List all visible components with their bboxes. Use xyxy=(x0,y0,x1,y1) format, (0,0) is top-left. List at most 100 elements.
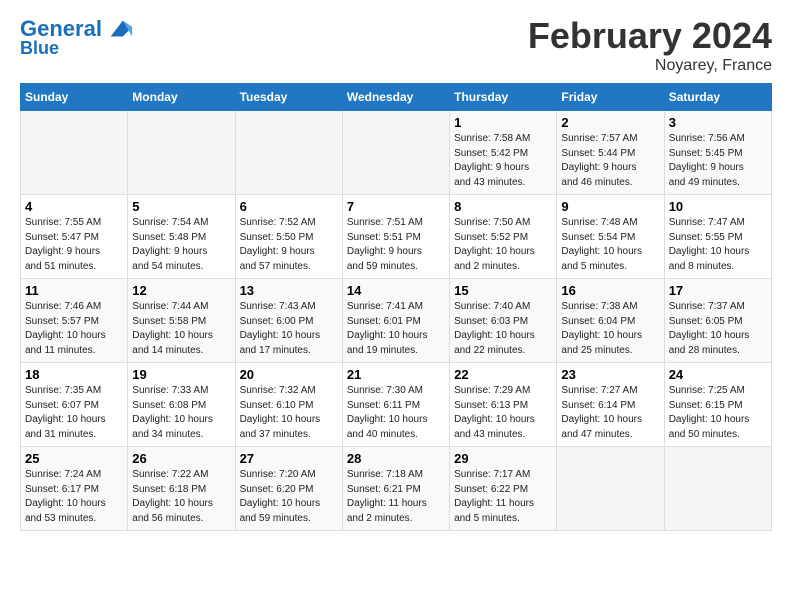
day-info: Sunrise: 7:38 AM Sunset: 6:04 PM Dayligh… xyxy=(561,300,659,358)
day-number: 27 xyxy=(240,451,338,466)
day-cell: 7 Sunrise: 7:51 AM Sunset: 5:51 PM Daylig… xyxy=(342,195,449,279)
day-cell xyxy=(128,111,235,195)
day-cell: 18Sunrise: 7:35 AM Sunset: 6:07 PM Dayli… xyxy=(21,363,128,447)
day-cell: 20 Sunrise: 7:32 AM Sunset: 6:10 PM Dayli… xyxy=(235,363,342,447)
day-number: 5 xyxy=(132,199,230,214)
day-cell: 11 Sunrise: 7:46 AM Sunset: 5:57 PM Dayli… xyxy=(21,279,128,363)
day-number: 25 xyxy=(25,451,123,466)
day-info: Sunrise: 7:30 AM Sunset: 6:11 PM Dayligh… xyxy=(347,384,445,442)
day-cell: 17 Sunrise: 7:37 AM Sunset: 6:05 PM Dayli… xyxy=(664,279,771,363)
day-info: Sunrise: 7:25 AM Sunset: 6:15 PM Dayligh… xyxy=(669,384,767,442)
col-header-wednesday: Wednesday xyxy=(342,84,449,111)
day-number: 22 xyxy=(454,367,552,382)
day-info: Sunrise: 7:40 AM Sunset: 6:03 PM Dayligh… xyxy=(454,300,552,358)
day-number: 17 xyxy=(669,283,767,298)
day-cell: 21 Sunrise: 7:30 AM Sunset: 6:11 PM Dayli… xyxy=(342,363,449,447)
day-number: 12 xyxy=(132,283,230,298)
calendar-subtitle: Noyarey, France xyxy=(528,57,772,75)
day-cell: 12 Sunrise: 7:44 AM Sunset: 5:58 PM Dayli… xyxy=(128,279,235,363)
day-number: 19 xyxy=(132,367,230,382)
day-info: Sunrise: 7:17 AM Sunset: 6:22 PM Dayligh… xyxy=(454,468,552,526)
day-info: Sunrise: 7:22 AM Sunset: 6:18 PM Dayligh… xyxy=(132,468,230,526)
day-info: Sunrise: 7:48 AM Sunset: 5:54 PM Dayligh… xyxy=(561,216,659,274)
day-cell: 15 Sunrise: 7:40 AM Sunset: 6:03 PM Dayli… xyxy=(450,279,557,363)
header-row: SundayMondayTuesdayWednesdayThursdayFrid… xyxy=(21,84,772,111)
day-info: Sunrise: 7:47 AM Sunset: 5:55 PM Dayligh… xyxy=(669,216,767,274)
day-info: Sunrise: 7:37 AM Sunset: 6:05 PM Dayligh… xyxy=(669,300,767,358)
day-number: 6 xyxy=(240,199,338,214)
day-number: 21 xyxy=(347,367,445,382)
day-number: 1 xyxy=(454,115,552,130)
day-info: Sunrise: 7:44 AM Sunset: 5:58 PM Dayligh… xyxy=(132,300,230,358)
day-info: Sunrise: 7:57 AM Sunset: 5:44 PM Dayligh… xyxy=(561,132,659,190)
col-header-sunday: Sunday xyxy=(21,84,128,111)
day-number: 14 xyxy=(347,283,445,298)
day-cell: 6Sunrise: 7:52 AM Sunset: 5:50 PM Daylig… xyxy=(235,195,342,279)
day-info: Sunrise: 7:56 AM Sunset: 5:45 PM Dayligh… xyxy=(669,132,767,190)
day-info: Sunrise: 7:54 AM Sunset: 5:48 PM Dayligh… xyxy=(132,216,230,274)
day-cell: 16 Sunrise: 7:38 AM Sunset: 6:04 PM Dayli… xyxy=(557,279,664,363)
day-cell: 25 Sunrise: 7:24 AM Sunset: 6:17 PM Dayli… xyxy=(21,447,128,531)
day-info: Sunrise: 7:35 AM Sunset: 6:07 PM Dayligh… xyxy=(25,384,123,442)
day-cell: 3 Sunrise: 7:56 AM Sunset: 5:45 PM Daylig… xyxy=(664,111,771,195)
day-number: 16 xyxy=(561,283,659,298)
logo-icon xyxy=(106,15,134,43)
day-number: 2 xyxy=(561,115,659,130)
day-number: 13 xyxy=(240,283,338,298)
day-number: 11 xyxy=(25,283,123,298)
day-number: 7 xyxy=(347,199,445,214)
day-info: Sunrise: 7:58 AM Sunset: 5:42 PM Dayligh… xyxy=(454,132,552,190)
col-header-thursday: Thursday xyxy=(450,84,557,111)
logo: General Blue xyxy=(20,15,134,59)
week-row-2: 11 Sunrise: 7:46 AM Sunset: 5:57 PM Dayli… xyxy=(21,279,772,363)
header: General Blue February 2024 Noyarey, Fran… xyxy=(20,15,772,75)
day-number: 4 xyxy=(25,199,123,214)
week-row-4: 25 Sunrise: 7:24 AM Sunset: 6:17 PM Dayli… xyxy=(21,447,772,531)
day-cell: 23 Sunrise: 7:27 AM Sunset: 6:14 PM Dayli… xyxy=(557,363,664,447)
day-cell xyxy=(342,111,449,195)
day-cell xyxy=(664,447,771,531)
day-cell: 19 Sunrise: 7:33 AM Sunset: 6:08 PM Dayli… xyxy=(128,363,235,447)
day-cell: 29 Sunrise: 7:17 AM Sunset: 6:22 PM Dayli… xyxy=(450,447,557,531)
day-info: Sunrise: 7:50 AM Sunset: 5:52 PM Dayligh… xyxy=(454,216,552,274)
day-cell: 5 Sunrise: 7:54 AM Sunset: 5:48 PM Daylig… xyxy=(128,195,235,279)
col-header-saturday: Saturday xyxy=(664,84,771,111)
day-cell: 28Sunrise: 7:18 AM Sunset: 6:21 PM Dayli… xyxy=(342,447,449,531)
day-info: Sunrise: 7:33 AM Sunset: 6:08 PM Dayligh… xyxy=(132,384,230,442)
day-cell: 2 Sunrise: 7:57 AM Sunset: 5:44 PM Daylig… xyxy=(557,111,664,195)
day-cell xyxy=(557,447,664,531)
title-block: February 2024 Noyarey, France xyxy=(528,15,772,75)
week-row-0: 1 Sunrise: 7:58 AM Sunset: 5:42 PM Daylig… xyxy=(21,111,772,195)
day-info: Sunrise: 7:24 AM Sunset: 6:17 PM Dayligh… xyxy=(25,468,123,526)
calendar-table: SundayMondayTuesdayWednesdayThursdayFrid… xyxy=(20,83,772,531)
day-number: 15 xyxy=(454,283,552,298)
day-cell: 27 Sunrise: 7:20 AM Sunset: 6:20 PM Dayli… xyxy=(235,447,342,531)
col-header-friday: Friday xyxy=(557,84,664,111)
day-number: 10 xyxy=(669,199,767,214)
day-cell: 1 Sunrise: 7:58 AM Sunset: 5:42 PM Daylig… xyxy=(450,111,557,195)
day-info: Sunrise: 7:18 AM Sunset: 6:21 PM Dayligh… xyxy=(347,468,445,526)
day-cell: 9 Sunrise: 7:48 AM Sunset: 5:54 PM Daylig… xyxy=(557,195,664,279)
day-number: 3 xyxy=(669,115,767,130)
day-number: 29 xyxy=(454,451,552,466)
day-info: Sunrise: 7:32 AM Sunset: 6:10 PM Dayligh… xyxy=(240,384,338,442)
day-number: 23 xyxy=(561,367,659,382)
col-header-tuesday: Tuesday xyxy=(235,84,342,111)
day-number: 20 xyxy=(240,367,338,382)
day-info: Sunrise: 7:43 AM Sunset: 6:00 PM Dayligh… xyxy=(240,300,338,358)
day-cell xyxy=(21,111,128,195)
day-info: Sunrise: 7:41 AM Sunset: 6:01 PM Dayligh… xyxy=(347,300,445,358)
day-cell: 24Sunrise: 7:25 AM Sunset: 6:15 PM Dayli… xyxy=(664,363,771,447)
day-info: Sunrise: 7:55 AM Sunset: 5:47 PM Dayligh… xyxy=(25,216,123,274)
day-info: Sunrise: 7:29 AM Sunset: 6:13 PM Dayligh… xyxy=(454,384,552,442)
day-info: Sunrise: 7:27 AM Sunset: 6:14 PM Dayligh… xyxy=(561,384,659,442)
col-header-monday: Monday xyxy=(128,84,235,111)
day-info: Sunrise: 7:51 AM Sunset: 5:51 PM Dayligh… xyxy=(347,216,445,274)
day-cell xyxy=(235,111,342,195)
day-cell: 4 Sunrise: 7:55 AM Sunset: 5:47 PM Daylig… xyxy=(21,195,128,279)
day-cell: 13 Sunrise: 7:43 AM Sunset: 6:00 PM Dayli… xyxy=(235,279,342,363)
day-info: Sunrise: 7:20 AM Sunset: 6:20 PM Dayligh… xyxy=(240,468,338,526)
day-number: 9 xyxy=(561,199,659,214)
day-cell: 14 Sunrise: 7:41 AM Sunset: 6:01 PM Dayli… xyxy=(342,279,449,363)
day-info: Sunrise: 7:46 AM Sunset: 5:57 PM Dayligh… xyxy=(25,300,123,358)
